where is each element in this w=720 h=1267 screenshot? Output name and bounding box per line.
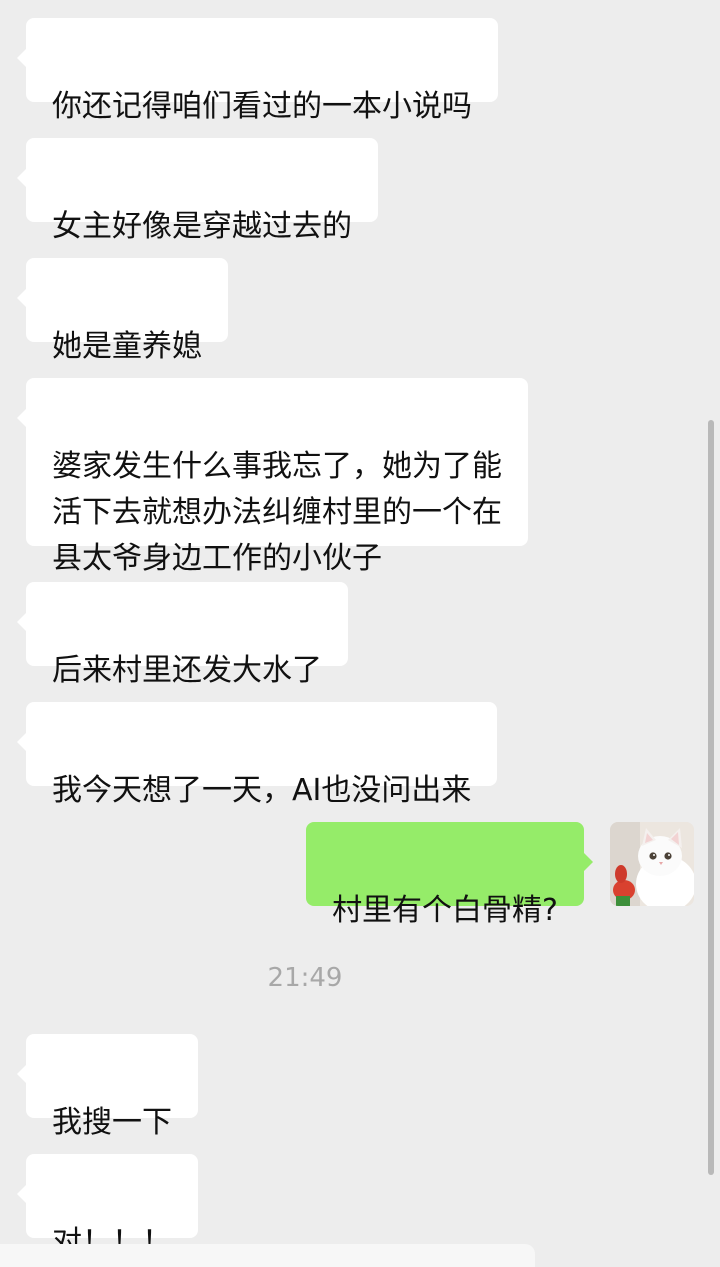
message-text: 我今天想了一天，AI也没问出来 [52,773,472,808]
chat-scrollbar[interactable] [708,420,714,1175]
message-text: 我搜一下 [52,1105,172,1140]
incoming-message-bubble[interactable]: 她是童养媳 [17,258,228,364]
message-text: 婆家发生什么事我忘了，她为了能 活下去就想办法纠缠村里的一个在 县太爷身边工作的… [52,449,502,576]
message-text: 村里有个白骨精? [332,893,558,928]
chat-message-list[interactable]: 你还记得咱们看过的一本小说吗 女主好像是穿越过去的 她是童养媳 婆家发生什么事我… [0,0,720,1267]
incoming-message-bubble[interactable]: 对！！！ [17,1154,198,1260]
cat-avatar-icon [610,822,694,906]
message-text: 她是童养媳 [52,329,202,364]
message-timestamp: 21:49 [267,963,343,993]
incoming-message-bubble[interactable]: 我今天想了一天，AI也没问出来 [16,702,498,808]
user-avatar[interactable] [610,822,694,906]
incoming-message-bubble[interactable]: 后来村里还发大水了 [17,582,348,688]
input-bar-edge [0,1244,535,1267]
message-text: 你还记得咱们看过的一本小说吗 [52,89,472,124]
incoming-message-bubble[interactable]: 女主好像是穿越过去的 [17,138,378,244]
incoming-message-bubble[interactable]: 你还记得咱们看过的一本小说吗 [17,18,498,124]
message-text: 后来村里还发大水了 [52,653,322,688]
incoming-message-bubble[interactable]: 我搜一下 [17,1034,198,1140]
incoming-message-bubble[interactable]: 婆家发生什么事我忘了，她为了能 活下去就想办法纠缠村里的一个在 县太爷身边工作的… [17,378,528,576]
outgoing-message-bubble[interactable]: 村里有个白骨精? [306,822,593,928]
message-text: 女主好像是穿越过去的 [52,209,352,244]
